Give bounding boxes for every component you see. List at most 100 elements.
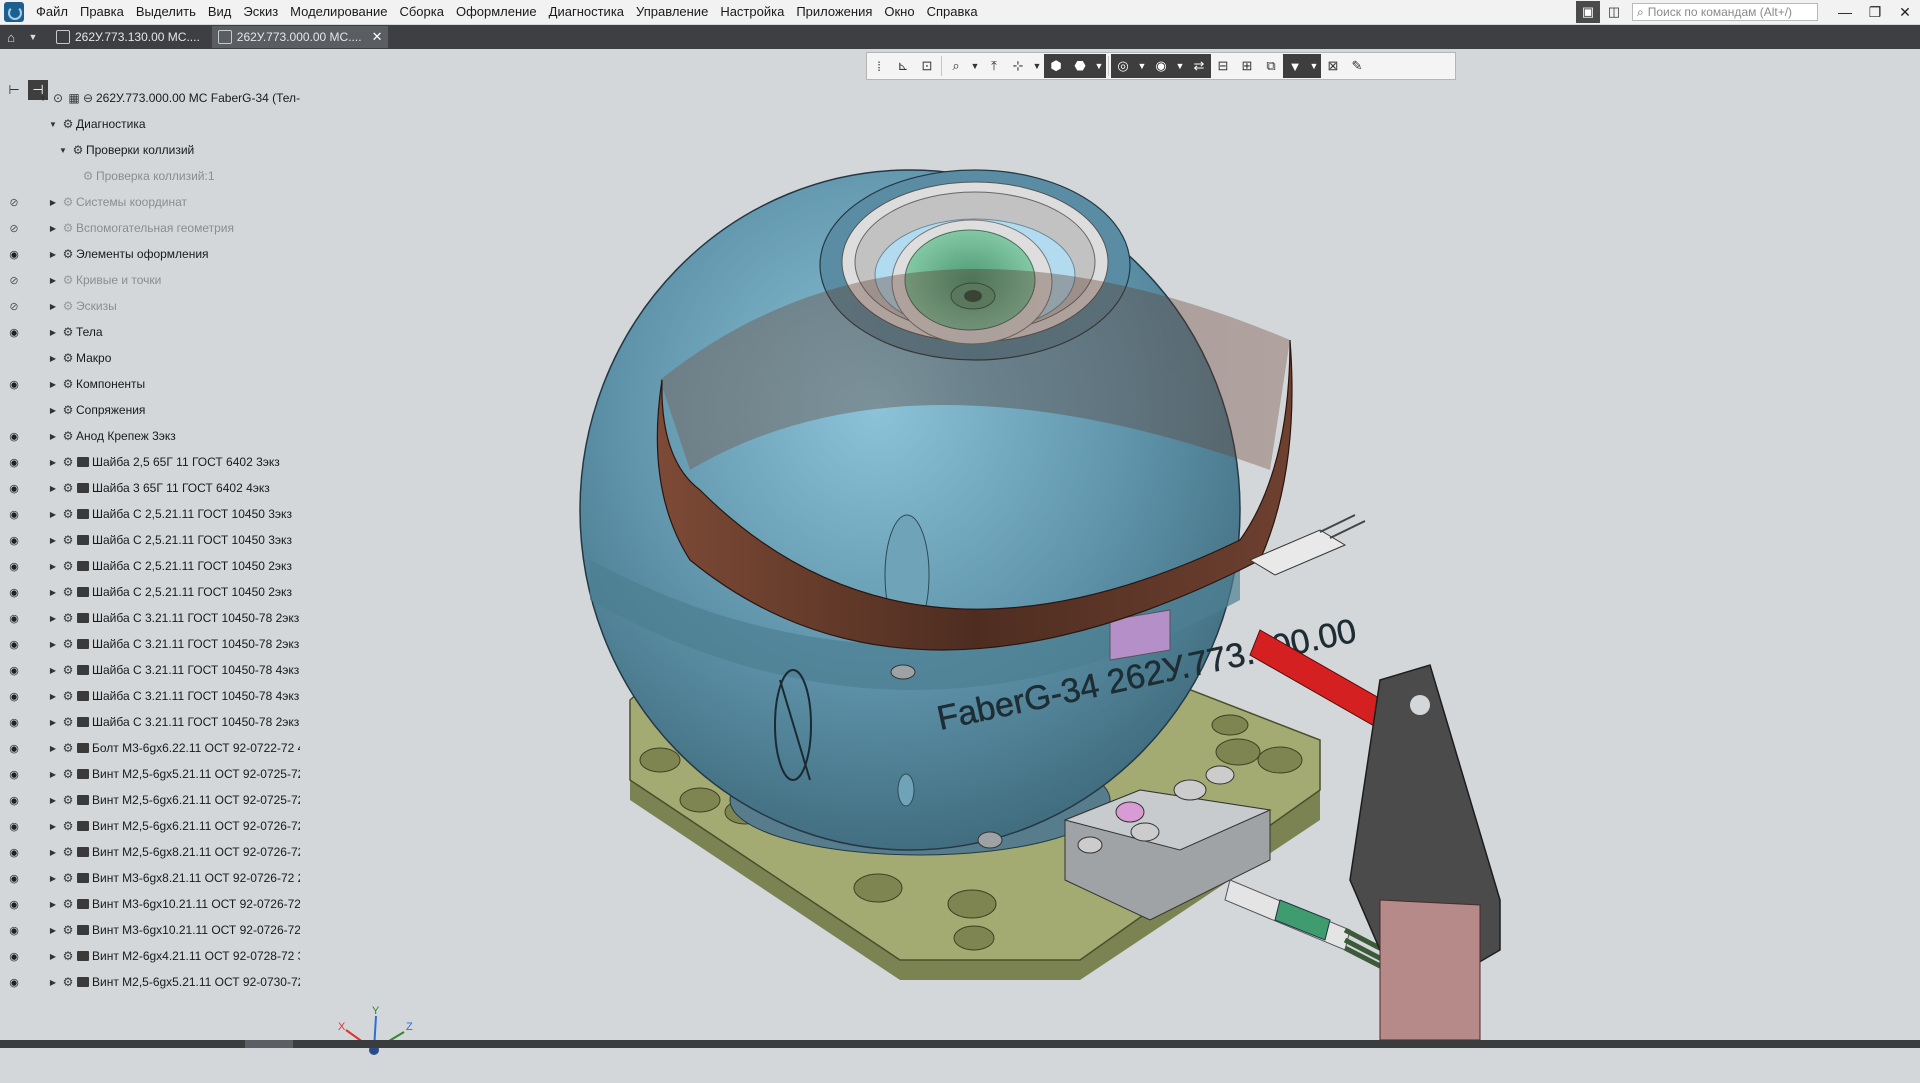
tree-item[interactable]: ▶ ⚙ Сопряжения [0,400,300,420]
tree-item[interactable]: ⊘ ▶ ⚙ Вспомогательная геометрия [0,218,300,238]
eye-icon[interactable]: ◉ [6,560,22,573]
eye-icon[interactable]: ◉ [6,456,22,469]
expand-icon[interactable]: ▶ [48,380,58,389]
zoom-icon[interactable]: ⌕ [944,54,968,78]
expand-icon[interactable]: ▶ [48,536,58,545]
eye-icon[interactable]: ◉ [6,794,22,807]
eye-icon[interactable]: ◉ [6,690,22,703]
expand-icon[interactable]: ▶ [48,874,58,883]
expand-icon[interactable]: ▶ [48,406,58,415]
minimize-button[interactable]: — [1830,0,1860,24]
menu-item[interactable]: Файл [30,0,74,24]
eye-icon[interactable]: ◉ [6,872,22,885]
expand-icon[interactable]: ▶ [48,666,58,675]
eye-icon[interactable]: ◉ [6,924,22,937]
panel-layout-icon[interactable]: ▣ [1576,1,1600,23]
expand-icon[interactable]: ▶ [48,484,58,493]
expand-icon[interactable]: ▶ [48,848,58,857]
eye-icon[interactable]: ◉ [6,612,22,625]
visibility-icon[interactable]: ◉ [1149,54,1173,78]
tree-item[interactable]: ◉ ▶ ⚙ Шайба С 3.21.11 ГОСТ 10450-78 2экз [0,634,300,654]
visibility-dropdown-icon[interactable]: ▼ [1173,54,1187,78]
expand-icon[interactable]: ▶ [48,276,58,285]
command-search-input[interactable]: ⌕ Поиск по командам (Alt+/) [1632,3,1818,21]
chevron-down-icon[interactable]: ▼ [22,25,44,49]
tree-item[interactable]: ◉ ▶ ⚙ Шайба С 2,5.21.11 ГОСТ 10450 2экз [0,582,300,602]
expand-icon[interactable]: ▶ [48,250,58,259]
tree-item[interactable]: ◉ ▶ ⚙ Тела [0,322,300,342]
collapse-icon[interactable]: ▼ [38,94,48,103]
tree-item[interactable]: ◉ ▶ ⚙ Шайба 2,5 65Г 11 ГОСТ 6402 3экз [0,452,300,472]
cut-icon[interactable]: ⊟ [1211,54,1235,78]
eye-icon[interactable]: ◉ [6,248,22,261]
tree-item[interactable]: ⊘ ▶ ⚙ Эскизы [0,296,300,316]
menu-item[interactable]: Сборка [393,0,450,24]
tree-item[interactable]: ▼ ⚙ Проверки коллизий [0,140,300,160]
eye-icon[interactable]: ◉ [6,378,22,391]
eye-off-icon[interactable]: ⊘ [6,274,22,287]
tab-document-2[interactable]: 262У.773.000.00 МС.... ✕ [211,26,389,48]
expand-icon[interactable]: ▶ [48,640,58,649]
menu-item[interactable]: Управление [630,0,714,24]
orientation-icon[interactable]: ⊾ [891,54,915,78]
tree-item[interactable]: ◉ ▶ ⚙ Винт М2,5-6gх6.21.11 ОСТ 92-0725-72 3 [0,790,300,810]
eye-icon[interactable]: ◉ [6,716,22,729]
home-icon[interactable]: ⌂ [0,25,22,49]
menu-item[interactable]: Приложения [790,0,878,24]
menu-item[interactable]: Окно [878,0,920,24]
eye-icon[interactable]: ◉ [6,586,22,599]
tree-item[interactable]: ◉ ▶ ⚙ Шайба С 3.21.11 ГОСТ 10450-78 2экз [0,712,300,732]
tree-item[interactable]: ◉ ▶ ⚙ Элементы оформления [0,244,300,264]
collapse-icon[interactable]: ▼ [48,120,58,129]
tree-item[interactable]: ◉ ▶ ⚙ Шайба С 2,5.21.11 ГОСТ 10450 3экз [0,530,300,550]
filter-dropdown-icon[interactable]: ▼ [1307,54,1321,78]
menu-item[interactable]: Оформление [450,0,543,24]
view-dropdown-icon[interactable]: ▼ [1030,54,1044,78]
tree-item[interactable]: ◉ ▶ ⚙ Анод Крепеж 3экз [0,426,300,446]
eye-icon[interactable]: ◉ [6,534,22,547]
expand-icon[interactable]: ▶ [48,692,58,701]
layers-icon[interactable]: ⧉ [1259,54,1283,78]
menu-item[interactable]: Эскиз [237,0,284,24]
menu-item[interactable]: Вид [202,0,238,24]
tree-item[interactable]: ▼ ⚙ Диагностика [0,114,300,134]
hide-dropdown-icon[interactable]: ▼ [1135,54,1149,78]
expand-icon[interactable]: ▶ [48,770,58,779]
tree-item[interactable]: ▶ ⚙ Макро [0,348,300,368]
tree-item[interactable]: ◉ ▶ ⚙ Винт М2,5-6gх5.21.11 ОСТ 92-0730-72 3 [0,972,300,992]
eye-icon[interactable]: ◉ [6,846,22,859]
menu-item[interactable]: Диагностика [543,0,630,24]
view-axes-icon[interactable]: ⊹ [1006,54,1030,78]
restore-button[interactable]: ❐ [1860,0,1890,24]
tree-item[interactable]: ◉ ▶ ⚙ Винт М2,5-6gх5.21.11 ОСТ 92-0725-72 2 [0,764,300,784]
menu-item[interactable]: Правка [74,0,130,24]
tree-item[interactable]: ◉ ▶ ⚙ Винт М3-6gх10.21.11 ОСТ 92-0726-72 2 [0,920,300,940]
eye-off-icon[interactable]: ⊘ [6,196,22,209]
expand-icon[interactable]: ▶ [48,900,58,909]
shaded-cube-icon[interactable]: ⬢ [1044,54,1068,78]
expand-icon[interactable]: ▶ [48,952,58,961]
tree-item[interactable]: ◉ ▶ ⚙ Шайба С 2,5.21.11 ГОСТ 10450 2экз [0,556,300,576]
expand-icon[interactable]: ▶ [48,796,58,805]
tree-item[interactable]: ◉ ▶ ⚙ Болт М3-6gх6.22.11 ОСТ 92-0722-72 4э [0,738,300,758]
menu-item[interactable]: Выделить [130,0,202,24]
eye-icon[interactable]: ◉ [6,742,22,755]
tree-item[interactable]: ◉ ▶ ⚙ Винт М3-6gх10.21.11 ОСТ 92-0726-72 2 [0,894,300,914]
expand-icon[interactable]: ▶ [48,744,58,753]
tree-item[interactable]: ◉ ▶ ⚙ Винт М2-6gх4.21.11 ОСТ 92-0728-72 3э [0,946,300,966]
expand-icon[interactable]: ▶ [48,718,58,727]
expand-icon[interactable]: ▶ [48,198,58,207]
properties-icon[interactable]: ⊠ [1321,54,1345,78]
expand-icon[interactable]: ▶ [48,224,58,233]
close-window-button[interactable]: ✕ [1890,0,1920,24]
normal-to-icon[interactable]: ⊡ [915,54,939,78]
tree-item[interactable]: ⚙ Проверка коллизий:1 [0,166,300,186]
menu-item[interactable]: Моделирование [284,0,393,24]
expand-icon[interactable]: ▶ [48,926,58,935]
eye-icon[interactable]: ◉ [6,664,22,677]
display-dropdown-icon[interactable]: ▼ [1092,54,1106,78]
tree-item[interactable]: ◉ ▶ ⚙ Винт М3-6gх8.21.11 ОСТ 92-0726-72 2э [0,868,300,888]
tree-item[interactable]: ◉ ▶ ⚙ Шайба С 3.21.11 ГОСТ 10450-78 2экз [0,608,300,628]
eye-icon[interactable]: ◉ [6,326,22,339]
app-logo-icon[interactable] [4,2,24,22]
